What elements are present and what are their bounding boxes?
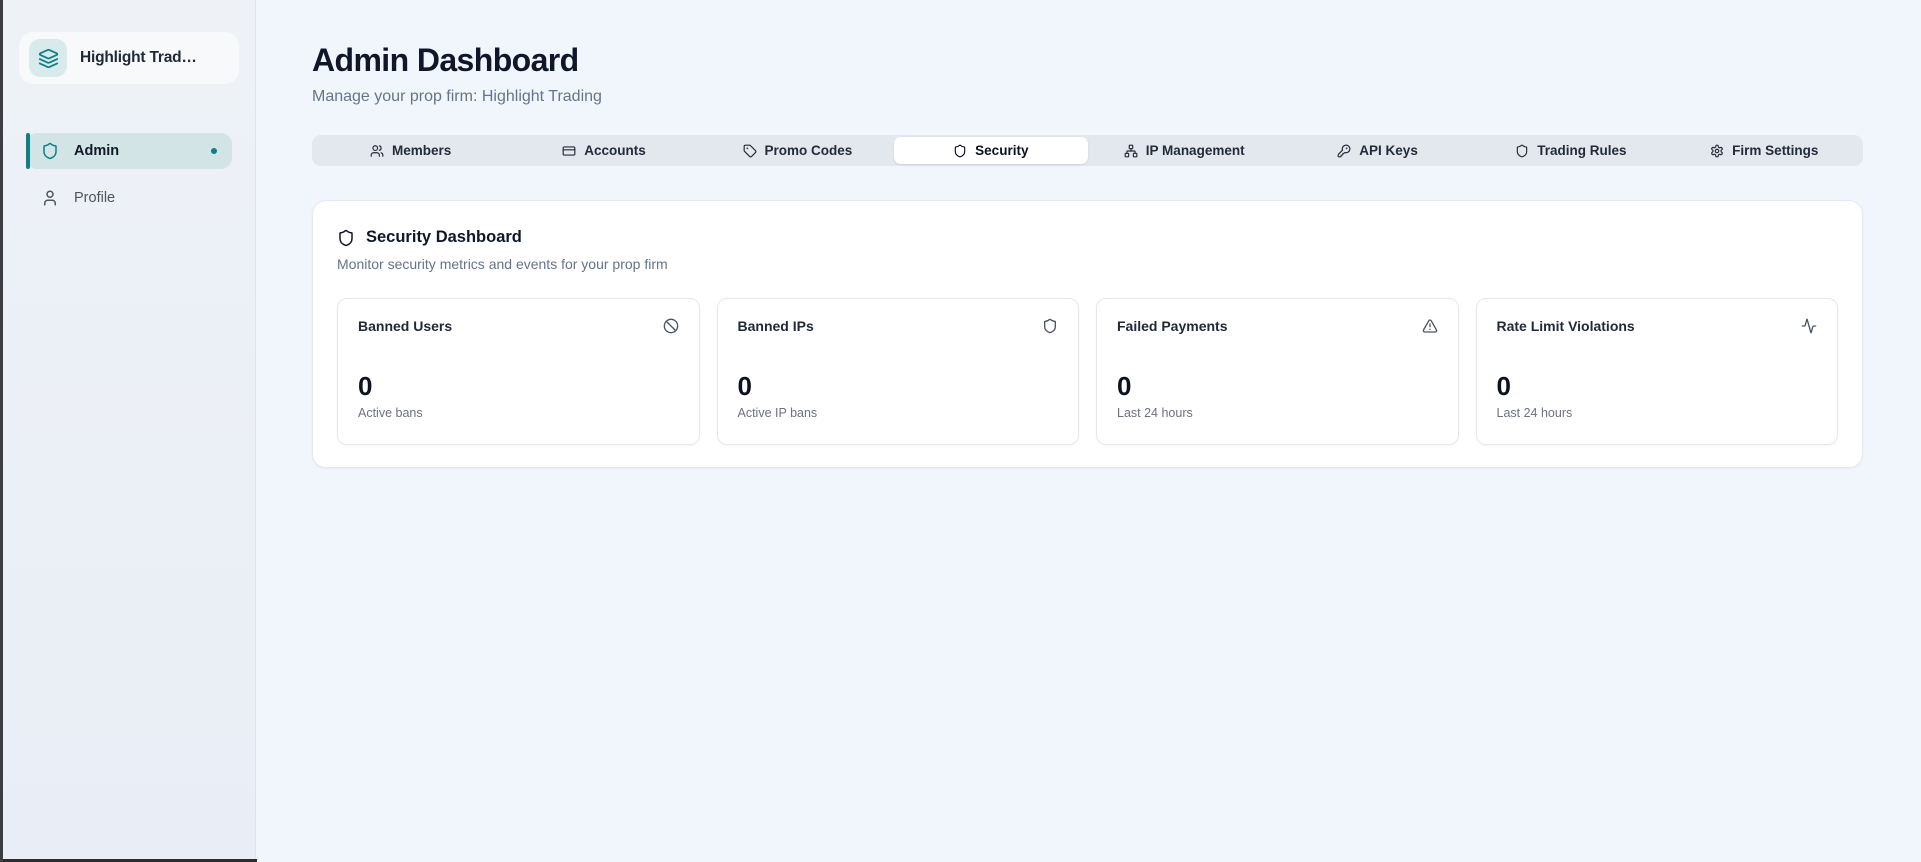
panel-subtitle: Monitor security metrics and events for … — [337, 256, 1838, 272]
admin-tabbar: Members Accounts Promo Codes Security IP… — [312, 135, 1863, 166]
page-subtitle: Manage your prop firm: Highlight Trading — [312, 88, 1863, 106]
tab-members[interactable]: Members — [314, 137, 507, 164]
tab-trading-rules[interactable]: Trading Rules — [1474, 137, 1667, 164]
stat-card-banned-ips: Banned IPs 0 Active IP bans — [717, 298, 1080, 445]
sidebar-item-admin[interactable]: Admin — [26, 133, 232, 169]
page-title: Admin Dashboard — [312, 42, 1863, 79]
window-edge-left — [0, 0, 3, 862]
tab-security[interactable]: Security — [894, 137, 1087, 164]
tab-label: Firm Settings — [1732, 143, 1818, 158]
security-dashboard-panel: Security Dashboard Monitor security metr… — [312, 200, 1863, 468]
tab-ip-management[interactable]: IP Management — [1088, 137, 1281, 164]
card-value: 0 — [1117, 373, 1438, 399]
layers-icon — [29, 39, 67, 77]
shield-icon — [953, 144, 967, 158]
sidebar-nav: Admin Profile — [17, 133, 241, 216]
stat-cards: Banned Users 0 Active bans Banned IPs 0 … — [337, 298, 1838, 445]
tab-label: Members — [392, 143, 451, 158]
tab-label: Promo Codes — [765, 143, 853, 158]
card-caption: Active bans — [358, 406, 679, 420]
user-icon — [41, 189, 59, 207]
card-caption: Active IP bans — [738, 406, 1059, 420]
sidebar: Highlight Trading Admin Profile — [3, 0, 256, 859]
shield-icon — [1515, 144, 1529, 158]
stat-card-banned-users: Banned Users 0 Active bans — [337, 298, 700, 445]
tab-label: Accounts — [584, 143, 646, 158]
alert-triangle-icon — [1422, 318, 1438, 334]
credit-card-icon — [562, 144, 576, 158]
card-value: 0 — [738, 373, 1059, 399]
gear-icon — [1710, 144, 1724, 158]
app-name: Highlight Trading — [80, 49, 198, 67]
active-dot — [211, 148, 217, 154]
sidebar-item-label: Admin — [74, 143, 119, 159]
tab-label: Security — [975, 143, 1028, 158]
card-caption: Last 24 hours — [1497, 406, 1818, 420]
tag-icon — [743, 144, 757, 158]
tab-firm-settings[interactable]: Firm Settings — [1668, 137, 1861, 164]
stat-card-rate-limit-violations: Rate Limit Violations 0 Last 24 hours — [1476, 298, 1839, 445]
shield-icon — [1042, 318, 1058, 334]
key-icon — [1337, 144, 1351, 158]
main-content: Admin Dashboard Manage your prop firm: H… — [256, 0, 1921, 862]
network-icon — [1124, 144, 1138, 158]
card-caption: Last 24 hours — [1117, 406, 1438, 420]
sidebar-item-profile[interactable]: Profile — [26, 180, 232, 216]
tab-promo-codes[interactable]: Promo Codes — [701, 137, 894, 164]
shield-icon — [337, 229, 355, 247]
panel-header: Security Dashboard — [337, 228, 1838, 247]
tab-accounts[interactable]: Accounts — [507, 137, 700, 164]
sidebar-item-label: Profile — [74, 190, 115, 206]
tab-api-keys[interactable]: API Keys — [1281, 137, 1474, 164]
stat-card-failed-payments: Failed Payments 0 Last 24 hours — [1096, 298, 1459, 445]
activity-icon — [1801, 318, 1817, 334]
tab-label: API Keys — [1359, 143, 1418, 158]
card-title: Banned Users — [358, 318, 452, 334]
ban-icon — [663, 318, 679, 334]
shield-icon — [41, 142, 59, 160]
tab-label: Trading Rules — [1537, 143, 1626, 158]
tab-label: IP Management — [1146, 143, 1245, 158]
card-title: Rate Limit Violations — [1497, 318, 1635, 334]
card-value: 0 — [1497, 373, 1818, 399]
users-icon — [370, 144, 384, 158]
panel-title: Security Dashboard — [366, 228, 522, 247]
card-title: Banned IPs — [738, 318, 814, 334]
card-title: Failed Payments — [1117, 318, 1228, 334]
brand-card[interactable]: Highlight Trading — [19, 32, 239, 84]
card-value: 0 — [358, 373, 679, 399]
